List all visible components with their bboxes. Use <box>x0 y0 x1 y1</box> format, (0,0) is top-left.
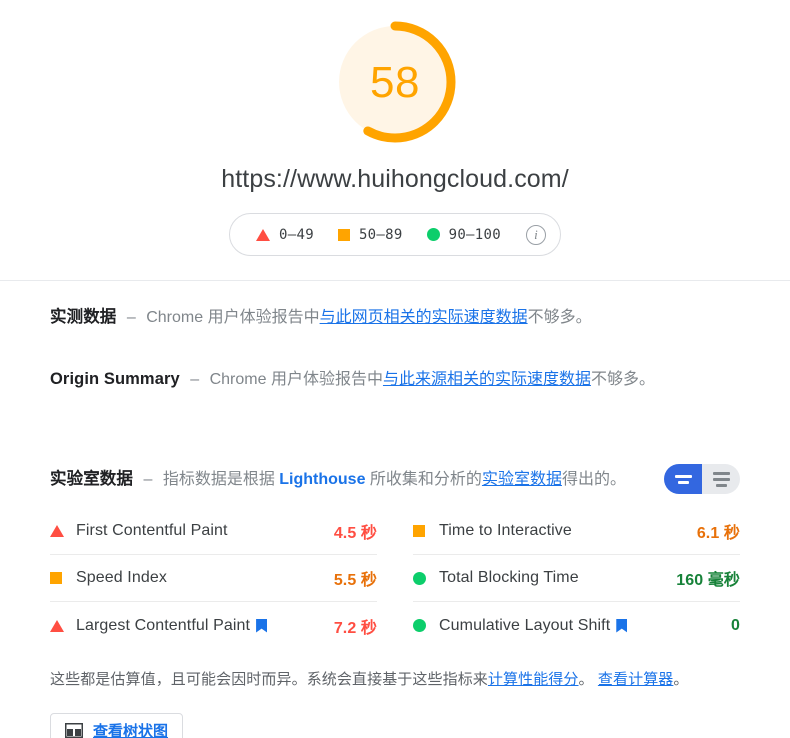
metrics-grid: First Contentful Paint 4.5 秒 Speed Index… <box>50 508 740 649</box>
metric-row-total-blocking-time[interactable]: Total Blocking Time 160 毫秒 <box>413 555 740 602</box>
report-header: 58 https://www.huihongcloud.com/ 0–49 50… <box>0 0 790 281</box>
metric-label-largest-contentful-paint: Largest Contentful Paint <box>76 617 334 635</box>
core-web-vital-flag-icon <box>256 618 268 633</box>
legend-label-fail: 0–49 <box>279 226 314 243</box>
view-treemap-button[interactable]: 查看树状图 <box>50 713 184 738</box>
treemap-icon <box>65 722 83 738</box>
field-data-section: 实测数据 – Chrome 用户体验报告中与此网页相关的实际速度数据不够多。 O… <box>0 281 790 392</box>
metric-label-cumulative-layout-shift: Cumulative Layout Shift <box>439 617 731 635</box>
metric-row-largest-contentful-paint[interactable]: Largest Contentful Paint 7.2 秒 <box>50 602 377 649</box>
square-icon <box>50 572 76 584</box>
core-web-vital-flag-icon <box>616 618 628 633</box>
metric-value-speed-index: 5.5 秒 <box>333 572 377 589</box>
metric-value-time-to-interactive: 6.1 秒 <box>696 525 740 542</box>
metric-row-cumulative-layout-shift[interactable]: Cumulative Layout Shift 0 <box>413 602 740 649</box>
legend-label-pass: 90–100 <box>448 226 501 243</box>
lab-data-dash: – <box>143 470 153 488</box>
field-data-title: 实测数据 <box>50 308 117 326</box>
triangle-icon <box>256 228 271 241</box>
origin-summary-dash: – <box>190 371 200 388</box>
view-toggle-group <box>664 464 740 494</box>
field-data-dash: – <box>126 309 136 326</box>
origin-summary-link[interactable]: 与此来源相关的实际速度数据 <box>383 371 591 388</box>
circle-icon <box>413 619 439 632</box>
performance-score-link[interactable]: 计算性能得分 <box>488 671 579 688</box>
lab-data-text-3: 得出的。 <box>561 470 626 488</box>
estimates-note-text-3: 。 <box>673 671 689 688</box>
estimates-note-text-1: 这些都是估算值，且可能会因时而异。系统会直接基于这些指标来 <box>50 671 488 688</box>
square-icon <box>337 228 350 241</box>
metric-label-total-blocking-time: Total Blocking Time <box>439 569 579 586</box>
origin-summary-text-before: Chrome 用户体验报告中 <box>209 371 383 388</box>
triangle-icon <box>50 525 76 537</box>
legend-item-average[interactable]: 50–89 <box>326 227 415 243</box>
metric-row-time-to-interactive[interactable]: Time to Interactive 6.1 秒 <box>413 508 740 555</box>
metrics-column-left: First Contentful Paint 4.5 秒 Speed Index… <box>50 508 377 649</box>
lab-data-line: 实验室数据 – 指标数据是根据 Lighthouse 所收集和分析的实验室数据得… <box>50 467 626 492</box>
field-data-line: 实测数据 – Chrome 用户体验报告中与此网页相关的实际速度数据不够多。 <box>50 305 740 330</box>
origin-summary-title: Origin Summary <box>50 370 180 388</box>
score-legend: 0–49 50–89 90–100 i <box>229 213 561 256</box>
circle-icon <box>413 571 439 585</box>
lab-data-title: 实验室数据 <box>50 469 133 488</box>
info-icon[interactable]: i <box>525 224 546 245</box>
field-data-text-before: Chrome 用户体验报告中 <box>146 309 320 326</box>
gauge-score-value: 58 <box>370 58 420 107</box>
field-data-block: 实测数据 – Chrome 用户体验报告中与此网页相关的实际速度数据不够多。 <box>50 281 740 330</box>
estimates-note: 这些都是估算值，且可能会因时而异。系统会直接基于这些指标来计算性能得分。 查看计… <box>50 669 740 691</box>
view-treemap-label: 查看树状图 <box>93 722 169 738</box>
field-data-text-after: 不够多。 <box>527 309 592 326</box>
grid-view-icon[interactable] <box>664 464 702 494</box>
list-view-icon[interactable] <box>702 464 740 494</box>
calculator-link[interactable]: 查看计算器 <box>598 671 674 688</box>
origin-summary-block: Origin Summary – Chrome 用户体验报告中与此来源相关的实际… <box>50 330 740 392</box>
performance-gauge: 58 <box>331 18 459 146</box>
metrics-column-right: Time to Interactive 6.1 秒 Total Blocking… <box>413 508 740 649</box>
metric-row-speed-index[interactable]: Speed Index 5.5 秒 <box>50 555 377 602</box>
lab-data-text-1: 指标数据是根据 <box>162 470 280 488</box>
lab-data-header-row: 实验室数据 – 指标数据是根据 Lighthouse 所收集和分析的实验室数据得… <box>50 392 740 494</box>
lighthouse-link[interactable]: Lighthouse <box>279 471 365 488</box>
metric-label-time-to-interactive: Time to Interactive <box>439 522 572 539</box>
estimates-note-text-2: 。 <box>578 671 598 688</box>
legend-label-average: 50–89 <box>358 226 403 243</box>
field-data-link[interactable]: 与此网页相关的实际速度数据 <box>320 309 528 326</box>
triangle-icon <box>50 619 76 632</box>
metric-label-speed-index: Speed Index <box>76 569 167 586</box>
metric-value-total-blocking-time: 160 毫秒 <box>676 572 740 589</box>
lab-data-link[interactable]: 实验室数据 <box>482 471 562 488</box>
lab-data-text-2: 所收集和分析的 <box>365 470 482 488</box>
report-url: https://www.huihongcloud.com/ <box>221 165 569 193</box>
origin-summary-line: Origin Summary – Chrome 用户体验报告中与此来源相关的实际… <box>50 367 740 392</box>
metric-value-cumulative-layout-shift: 0 <box>731 616 740 634</box>
metric-value-largest-contentful-paint: 7.2 秒 <box>333 619 377 637</box>
lab-data-section: 实验室数据 – 指标数据是根据 Lighthouse 所收集和分析的实验室数据得… <box>0 392 790 738</box>
square-icon <box>413 525 439 537</box>
metric-value-first-contentful-paint: 4.5 秒 <box>333 525 377 542</box>
metric-row-first-contentful-paint[interactable]: First Contentful Paint 4.5 秒 <box>50 508 377 555</box>
legend-item-pass[interactable]: 90–100 <box>415 227 513 243</box>
header-divider <box>0 280 790 281</box>
metric-label-first-contentful-paint: First Contentful Paint <box>76 522 228 539</box>
circle-icon <box>426 228 440 241</box>
legend-item-fail[interactable]: 0–49 <box>244 227 326 243</box>
origin-summary-text-after: 不够多。 <box>590 371 655 388</box>
